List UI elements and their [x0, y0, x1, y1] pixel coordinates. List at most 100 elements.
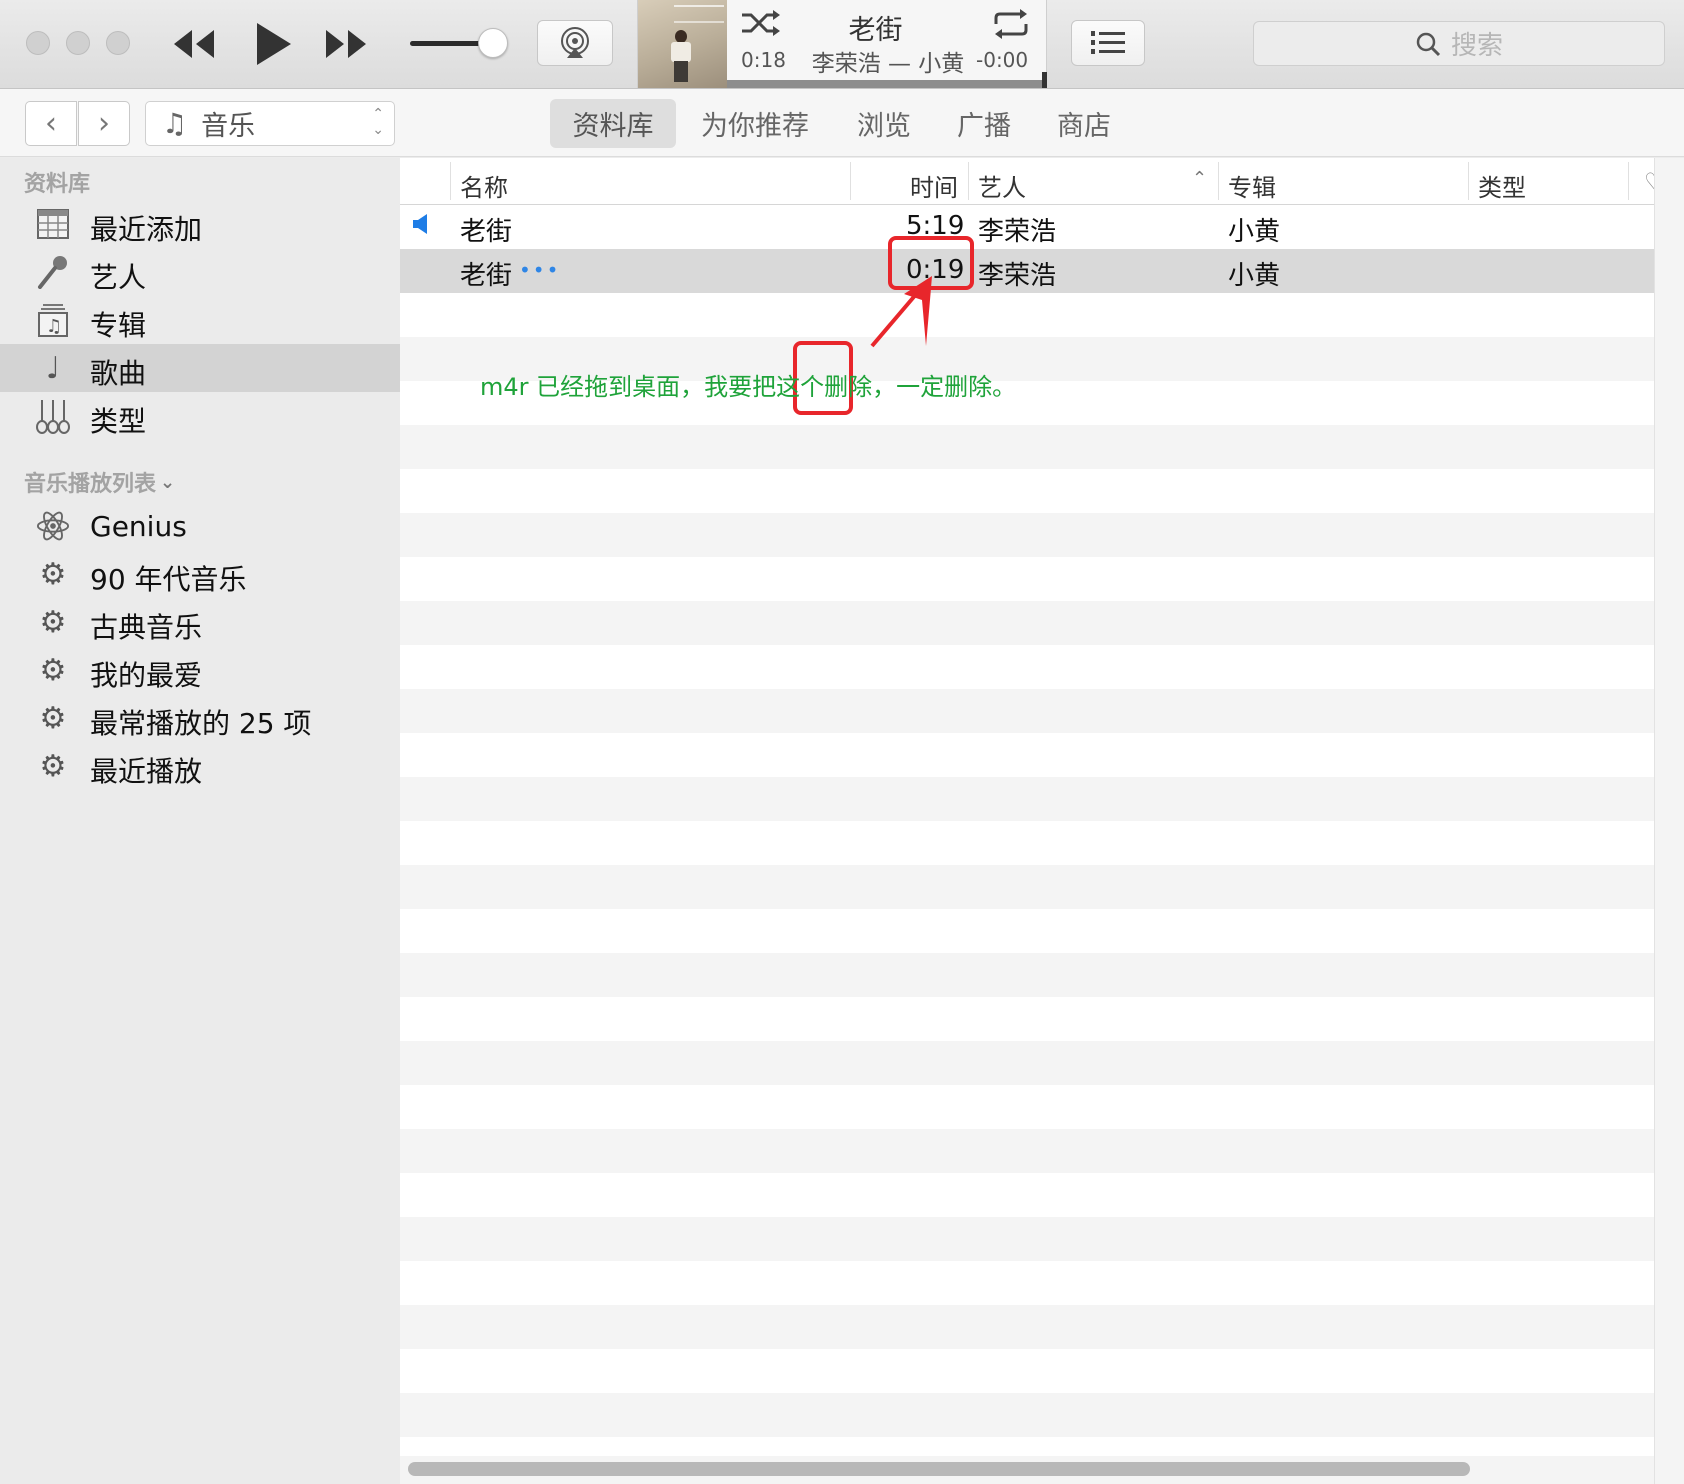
sidebar-item-songs[interactable]: ♩ 歌曲: [0, 344, 400, 392]
list-row-stripe: [400, 689, 1654, 733]
play-button[interactable]: [248, 18, 298, 70]
sidebar-item-90s-music[interactable]: ⚙ 90 年代音乐: [0, 550, 400, 598]
playlists-heading[interactable]: 音乐播放列表 ⌄: [24, 466, 175, 498]
search-placeholder: 搜索: [1450, 31, 1503, 61]
chevron-right-icon: ›: [98, 106, 110, 141]
tab-for-you[interactable]: 为你推荐: [690, 99, 820, 148]
heart-icon[interactable]: ♡: [1644, 168, 1654, 196]
list-row-stripe: [400, 1393, 1654, 1437]
sidebar-item-top-25-most-played[interactable]: ⚙ 最常播放的 25 项: [0, 694, 400, 742]
grid-icon: [36, 207, 70, 241]
column-header-artist[interactable]: 艺人: [978, 168, 1026, 203]
next-track-button[interactable]: [322, 24, 372, 64]
sidebar-item-classical-music[interactable]: ⚙ 古典音乐: [0, 598, 400, 646]
playback-progress-bar[interactable]: [727, 72, 1047, 88]
repeat-icon: [994, 9, 1028, 39]
music-note-icon: ♫: [162, 107, 188, 140]
forward-button[interactable]: ›: [78, 101, 130, 146]
table-row[interactable]: 老街 ••• 0:19 李荣浩 小黄: [400, 249, 1654, 293]
annotation-arrow: [870, 276, 932, 348]
music-note-icon: ♩: [45, 350, 61, 386]
list-row-stripe: [400, 1129, 1654, 1173]
tab-store[interactable]: 商店: [1046, 99, 1122, 148]
minimize-window-button[interactable]: [66, 31, 90, 55]
navigation-bar: ‹ › ♫ 音乐 ⌃ ⌄ 资料库 为你推荐 浏览 广播 商店: [0, 89, 1684, 157]
gear-icon: ⚙: [39, 556, 67, 592]
tab-browse[interactable]: 浏览: [846, 99, 922, 148]
column-header-name[interactable]: 名称: [460, 168, 508, 203]
list-row-stripe: [400, 1305, 1654, 1349]
play-icon: [257, 23, 291, 65]
song-name: 老街: [460, 261, 513, 291]
album-icon: ♫: [36, 303, 70, 337]
rewind-icon: [174, 30, 214, 58]
sidebar-item-label: 歌曲: [90, 357, 147, 390]
horizontal-scrollbar-thumb[interactable]: [408, 1462, 1470, 1476]
sidebar-item-label: 艺人: [90, 261, 147, 294]
sidebar-item-label: 古典音乐: [90, 611, 203, 644]
guitars-icon: [36, 399, 70, 434]
sidebar-item-albums[interactable]: ♫ 专辑: [0, 296, 400, 344]
up-down-chevron-icon: ⌃ ⌄: [372, 106, 384, 138]
song-name: 老街: [460, 217, 513, 247]
column-header-genre[interactable]: 类型: [1478, 168, 1526, 203]
library-heading: 资料库: [24, 172, 91, 197]
sidebar-item-recently-played[interactable]: ⚙ 最近播放: [0, 742, 400, 790]
microphone-icon: [36, 255, 70, 289]
list-row-stripe: [400, 513, 1654, 557]
svg-text:♫: ♫: [46, 316, 62, 337]
vertical-scrollbar[interactable]: [1654, 158, 1684, 1484]
sidebar-item-my-favorites[interactable]: ⚙ 我的最爱: [0, 646, 400, 694]
now-playing-title: 老街: [848, 15, 903, 46]
search-field[interactable]: 搜索: [1253, 21, 1665, 66]
up-next-button[interactable]: [1071, 20, 1145, 66]
table-row[interactable]: 老街 5:19 李荣浩 小黄: [400, 205, 1654, 249]
column-header-time[interactable]: 时间: [910, 168, 958, 203]
repeat-button[interactable]: [990, 8, 1032, 44]
previous-track-button[interactable]: [168, 24, 218, 64]
sidebar-item-genres[interactable]: 类型: [0, 392, 400, 440]
airplay-button[interactable]: [537, 20, 613, 66]
playlists-heading-label: 音乐播放列表: [24, 472, 157, 497]
chevron-left-icon: ‹: [45, 106, 57, 141]
sidebar-item-label: Genius: [90, 510, 187, 543]
title-bar: 老街 0:18 李荣浩 — 小黄 -0:00 搜索: [0, 0, 1684, 89]
list-row-stripe: [400, 1217, 1654, 1261]
remaining-time[interactable]: -0:00: [976, 48, 1028, 72]
sidebar-item-label: 90 年代音乐: [90, 563, 247, 596]
sidebar-item-genius[interactable]: Genius: [0, 502, 400, 550]
column-header-album[interactable]: 专辑: [1228, 168, 1276, 203]
song-artist: 李荣浩: [978, 217, 1057, 247]
airplay-icon: [561, 27, 589, 58]
now-playing-display[interactable]: 老街 0:18 李荣浩 — 小黄 -0:00: [637, 0, 1047, 88]
close-window-button[interactable]: [26, 31, 50, 55]
album-artwork[interactable]: [638, 0, 727, 88]
zoom-window-button[interactable]: [106, 31, 130, 55]
sidebar-item-label: 最近添加: [90, 213, 203, 246]
list-row-stripe: [400, 865, 1654, 909]
gear-icon: ⚙: [39, 700, 67, 736]
song-album: 小黄: [1228, 217, 1281, 247]
sidebar-item-recently-added[interactable]: 最近添加: [0, 200, 400, 248]
tab-library[interactable]: 资料库: [550, 99, 676, 148]
back-button[interactable]: ‹: [25, 101, 77, 146]
search-icon: [1416, 32, 1441, 56]
atom-icon: [36, 509, 70, 543]
sidebar-item-artists[interactable]: 艺人: [0, 248, 400, 296]
volume-slider-knob[interactable]: [478, 28, 508, 58]
column-header-row: 名称 时间 艺人 ⌃ 专辑 类型 ♡: [400, 158, 1654, 205]
elapsed-time: 0:18: [741, 48, 786, 72]
sort-ascending-chevron-icon: ⌃: [1192, 168, 1208, 189]
tab-radio[interactable]: 广播: [946, 99, 1022, 148]
fast-forward-icon: [326, 30, 366, 58]
list-row-stripe: [400, 425, 1654, 469]
list-row-stripe: [400, 953, 1654, 997]
song-album: 小黄: [1228, 261, 1281, 291]
annotation-note: m4r 已经拖到桌面，我要把这个删除，一定删除。: [480, 373, 1017, 401]
list-icon: [1091, 31, 1125, 54]
sidebar-item-label: 我的最爱: [90, 659, 203, 692]
list-row-stripe: [400, 1041, 1654, 1085]
media-type-selector[interactable]: ♫ 音乐 ⌃ ⌄: [145, 101, 395, 146]
sidebar-item-label: 专辑: [90, 309, 147, 342]
more-options-ellipsis-button[interactable]: •••: [519, 258, 560, 282]
